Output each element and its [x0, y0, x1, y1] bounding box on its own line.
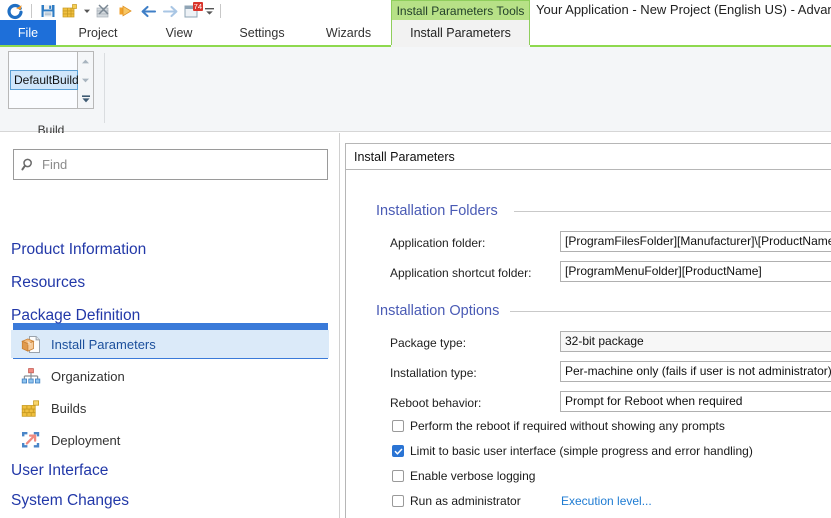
- label-application-shortcut-folder: Application shortcut folder:: [390, 266, 532, 280]
- qat-separator-1: [31, 4, 32, 18]
- scroll-up-icon[interactable]: [78, 52, 93, 70]
- contextual-tab-group-title: Install Parameters Tools: [391, 0, 530, 20]
- label-reboot-behavior: Reboot behavior:: [390, 396, 482, 410]
- nav-heading-product-information[interactable]: Product Information: [11, 241, 146, 259]
- nav-heading-package-definition[interactable]: Package Definition: [11, 307, 140, 325]
- label-installation-type: Installation type:: [390, 366, 477, 380]
- build-listbox-scrollbar[interactable]: [78, 51, 94, 109]
- search-placeholder: Find: [42, 157, 68, 172]
- checkbox-label: Limit to basic user interface (simple pr…: [410, 444, 753, 458]
- section-title-installation-options: Installation Options: [376, 303, 507, 319]
- search-input[interactable]: Find: [13, 149, 328, 180]
- dropdown-package-type[interactable]: 32-bit package: [560, 331, 831, 352]
- page-title: Install Parameters: [354, 149, 455, 164]
- execution-level-link[interactable]: Execution level...: [561, 494, 652, 508]
- content-body: Installation Folders Application folder:…: [345, 170, 831, 518]
- search-icon: [14, 150, 42, 179]
- scroll-to-end-icon[interactable]: [78, 90, 93, 108]
- dropdown-installation-type[interactable]: Per-machine only (fails if user is not a…: [560, 361, 831, 382]
- content-pane: Install Parameters Installation Folders …: [341, 133, 831, 518]
- tab-file[interactable]: File: [0, 20, 56, 46]
- application-window: 74 Install Parameters Tools Your Applica…: [0, 0, 831, 518]
- tab-install-parameters[interactable]: Install Parameters: [391, 20, 530, 46]
- tab-view[interactable]: View: [140, 20, 218, 46]
- tab-project[interactable]: Project: [56, 20, 140, 46]
- nav-heading-user-interface[interactable]: User Interface: [11, 462, 108, 480]
- nav-heading-resources[interactable]: Resources: [11, 274, 85, 292]
- scroll-down-icon[interactable]: [78, 71, 93, 89]
- build-list-item-defaultbuild[interactable]: DefaultBuild: [10, 70, 79, 90]
- window-title: Your Application - New Project (English …: [536, 2, 831, 17]
- sidebar-item-install-parameters[interactable]: Install Parameters: [11, 330, 329, 358]
- save-icon[interactable]: [37, 1, 59, 21]
- checkbox-limit-basic-ui[interactable]: [392, 445, 404, 457]
- deployment-arrow-icon: [20, 429, 42, 451]
- navigation-pane: Find See All Features Product Informatio…: [0, 133, 340, 518]
- package-box-icon: [20, 333, 42, 355]
- checkbox-row-verbose-logging[interactable]: Enable verbose logging: [392, 469, 535, 483]
- qat-separator-2: [220, 4, 221, 18]
- sidebar-item-label: Builds: [51, 400, 87, 416]
- back-arrow-icon[interactable]: [137, 1, 159, 21]
- refresh-icon[interactable]: [4, 1, 26, 21]
- checkbox-row-limit-basic-ui[interactable]: Limit to basic user interface (simple pr…: [392, 444, 753, 458]
- build-icon[interactable]: [59, 1, 81, 21]
- checkbox-row-run-as-administrator[interactable]: Run as administrator: [392, 494, 521, 508]
- forward-arrow-icon[interactable]: [159, 1, 181, 21]
- input-application-folder[interactable]: [ProgramFilesFolder][Manufacturer]\[Prod…: [560, 231, 831, 252]
- dropdown-reboot-behavior[interactable]: Prompt for Reboot when required: [560, 391, 831, 412]
- checkbox-label: Enable verbose logging: [410, 469, 536, 483]
- build-all-icon[interactable]: [93, 1, 115, 21]
- nav-heading-system-changes[interactable]: System Changes: [11, 492, 129, 510]
- build-dropdown-caret-icon[interactable]: [81, 1, 93, 21]
- label-package-type: Package type:: [390, 336, 467, 350]
- label-application-folder: Application folder:: [390, 236, 486, 250]
- sidebar-item-deployment[interactable]: Deployment: [11, 426, 329, 454]
- checkbox-label: Run as administrator: [410, 494, 521, 508]
- sidebar-item-label: Organization: [51, 368, 125, 384]
- sidebar-item-builds[interactable]: Builds: [11, 394, 329, 422]
- input-application-shortcut-folder[interactable]: [ProgramMenuFolder][ProductName]: [560, 261, 831, 282]
- run-icon[interactable]: [115, 1, 137, 21]
- tab-wizards[interactable]: Wizards: [306, 20, 391, 46]
- build-listbox[interactable]: DefaultBuild: [8, 51, 79, 109]
- sidebar-item-label: Install Parameters: [51, 336, 156, 352]
- trial-days-icon[interactable]: 74: [181, 1, 203, 21]
- tab-settings[interactable]: Settings: [218, 20, 306, 46]
- ribbon-group-build: DefaultBuild Build: [8, 51, 94, 137]
- checkbox-run-as-administrator[interactable]: [392, 495, 404, 507]
- section-title-installation-folders: Installation Folders: [376, 203, 505, 219]
- ribbon-tab-row: File Project View Settings Wizards Insta…: [0, 20, 831, 46]
- brick-wall-icon: [20, 397, 42, 419]
- checkbox-label: Perform the reboot if required without s…: [410, 419, 725, 433]
- checkbox-row-perform-reboot[interactable]: Perform the reboot if required without s…: [392, 419, 725, 433]
- section-rule-installation-folders: [514, 211, 831, 212]
- organization-tree-icon: [20, 365, 42, 387]
- ribbon-body: DefaultBuild Build: [0, 47, 831, 137]
- customize-qat-caret-icon[interactable]: [203, 1, 215, 21]
- checkbox-perform-reboot[interactable]: [392, 420, 404, 432]
- section-rule-installation-options: [510, 311, 831, 312]
- trial-days-badge: 74: [192, 2, 203, 11]
- content-header: Install Parameters: [345, 143, 831, 170]
- ribbon-group-divider: [104, 53, 105, 123]
- sidebar-item-organization[interactable]: Organization: [11, 362, 329, 390]
- checkbox-verbose-logging[interactable]: [392, 470, 404, 482]
- sidebar-item-label: Deployment: [51, 432, 121, 448]
